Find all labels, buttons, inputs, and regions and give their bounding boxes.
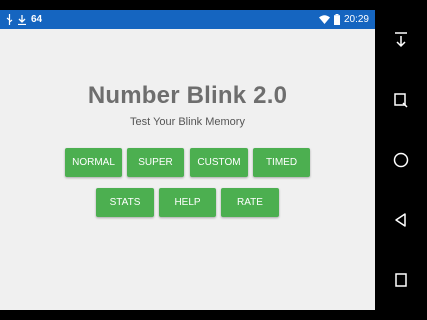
status-left: 64 [6,14,42,25]
app-title: Number Blink 2.0 [87,82,288,109]
home-icon[interactable] [389,148,413,172]
super-button[interactable]: SUPER [127,148,184,177]
recents-icon[interactable] [389,268,413,292]
timed-button[interactable]: TIMED [253,148,310,177]
custom-button[interactable]: CUSTOM [190,148,248,177]
battery-icon [333,14,340,25]
status-bar: 64 20:29 [0,10,375,29]
clock: 20:29 [343,14,369,25]
help-button[interactable]: HELP [159,188,216,217]
back-icon[interactable] [389,208,413,232]
stats-button[interactable]: STATS [96,188,154,217]
usb-icon [6,14,13,25]
status-right: 20:29 [318,14,369,25]
app-subtitle: Test Your Blink Memory [130,116,245,128]
notification-count: 64 [31,14,43,25]
download-icon [18,14,26,25]
main-content: Number Blink 2.0 Test Your Blink Memory … [0,29,375,310]
collapse-icon[interactable] [389,28,413,52]
normal-button[interactable]: NORMAL [65,148,122,177]
screenshot-icon[interactable] [389,88,413,112]
app-screen: 64 20:29 Number Blink 2.0 Test Your Blin… [0,10,375,310]
rate-button[interactable]: RATE [221,188,279,217]
wifi-icon [318,15,330,24]
navigation-bar [375,10,427,310]
